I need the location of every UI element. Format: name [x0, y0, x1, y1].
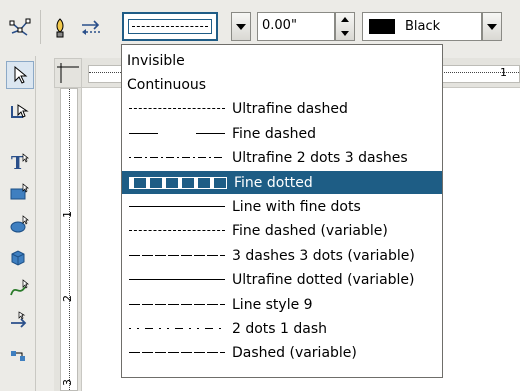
ruler-mark: 1 [61, 211, 74, 218]
line-style-label: Fine dashed [232, 125, 316, 142]
line-icon[interactable] [46, 14, 74, 42]
3d-object-icon[interactable] [6, 244, 32, 270]
line-style-combo[interactable] [122, 12, 218, 41]
text-icon[interactable]: T [6, 149, 32, 175]
curve-icon[interactable] [6, 276, 32, 302]
line-style-preview [129, 176, 227, 189]
line-style-preview [129, 279, 225, 280]
line-style-label: Ultrafine dashed [232, 100, 348, 117]
line-color-dropdown-button[interactable] [482, 12, 502, 41]
line-style-label: Fine dotted [234, 174, 313, 191]
line-style-option[interactable]: 3 dashes 3 dots (variable) [122, 244, 442, 267]
line-style-list[interactable]: Invisible Continuous Ultrafine dashed Fine … [121, 44, 443, 378]
glue-points-icon[interactable] [6, 340, 32, 366]
line-style-preview [129, 157, 225, 158]
chevron-down-icon [236, 23, 246, 30]
line-style-label: Ultrafine dotted (variable) [232, 271, 415, 288]
line-width-spinner[interactable] [335, 12, 355, 41]
line-width-input[interactable]: 0.00" [257, 12, 335, 41]
line-style-label: Line style 9 [232, 296, 313, 313]
points-icon[interactable] [6, 100, 32, 126]
line-style-label: Fine dashed (variable) [232, 222, 388, 239]
line-style-option[interactable]: Line style 9 [122, 293, 442, 316]
line-style-option[interactable]: Ultrafine dashed [122, 97, 442, 120]
line-style-option[interactable]: Fine dashed (variable) [122, 219, 442, 242]
points-edit-icon[interactable] [6, 14, 34, 42]
line-style-preview [129, 352, 225, 353]
chevron-down-icon [487, 23, 497, 30]
line-style-label: Line with fine dots [232, 198, 361, 215]
ruler-mark: 2 [61, 295, 74, 302]
line-color-label: Black [405, 19, 441, 34]
spin-up-icon[interactable] [341, 17, 349, 22]
toolbar-separator [40, 10, 41, 44]
line-style-option[interactable]: Invisible [122, 49, 442, 72]
vertical-ruler[interactable]: 1 2 3 [54, 88, 82, 391]
ruler-mark: 1 [500, 66, 507, 79]
line-style-label: Ultrafine 2 dots 3 dashes [232, 149, 408, 166]
line-style-option[interactable]: Line with fine dots [122, 195, 442, 218]
line-style-label: Invisible [127, 52, 185, 69]
line-style-preview [129, 304, 225, 305]
line-style-label: Continuous [127, 76, 207, 93]
color-swatch [369, 19, 395, 34]
line-style-option[interactable]: Fine dotted [122, 171, 442, 194]
line-style-preview [129, 230, 225, 231]
rectangle-icon[interactable] [6, 180, 32, 206]
line-style-preview [129, 328, 225, 329]
line-style-preview [129, 108, 225, 109]
arrow-style-icon[interactable] [78, 14, 106, 42]
ruler-corner[interactable] [54, 58, 82, 88]
line-style-option[interactable]: Ultrafine 2 dots 3 dashes [122, 146, 442, 169]
line-style-option[interactable]: Ultrafine dotted (variable) [122, 268, 442, 291]
line-style-label: 2 dots 1 dash [232, 320, 328, 337]
line-style-preview [129, 206, 225, 207]
line-style-option[interactable]: Continuous [122, 73, 442, 96]
ellipse-icon[interactable] [6, 212, 32, 238]
line-style-label: 3 dashes 3 dots (variable) [232, 247, 415, 264]
spin-down-icon[interactable] [341, 31, 349, 36]
line-style-preview [129, 133, 225, 134]
line-style-label: Dashed (variable) [232, 344, 357, 361]
line-style-option[interactable]: Fine dashed [122, 122, 442, 145]
line-color-combo[interactable]: Black [362, 12, 482, 41]
select-arrow-icon[interactable] [6, 61, 34, 89]
connector-arrow-icon[interactable] [6, 308, 32, 334]
ruler-mark: 3 [61, 379, 74, 386]
line-style-dropdown-button[interactable] [231, 12, 251, 41]
line-style-preview [129, 255, 225, 256]
drawing-toolbar: T [0, 56, 36, 391]
line-style-option[interactable]: Dashed (variable) [122, 341, 442, 364]
line-style-option[interactable]: 2 dots 1 dash [122, 317, 442, 340]
